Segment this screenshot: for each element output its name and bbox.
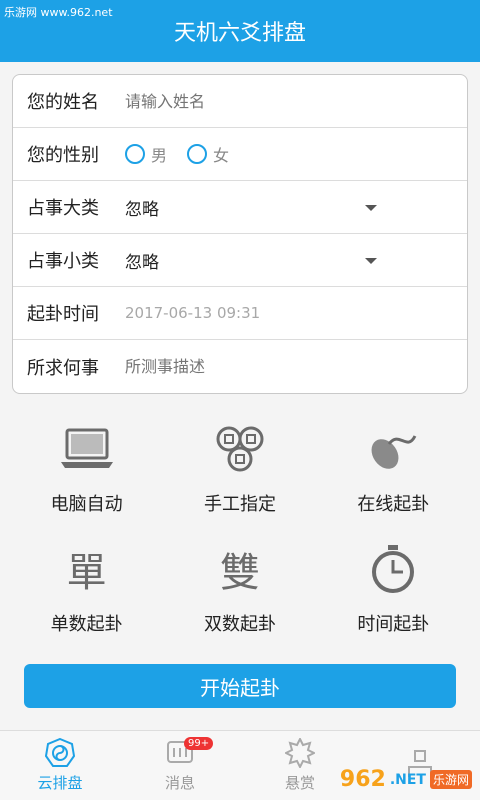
method-label: 在线起卦 [357,494,430,515]
gender-label: 您的性别 [27,145,99,166]
major-category-label: 占事大类 [27,198,99,219]
tab-label: 悬赏 [284,774,315,792]
coins-icon [212,424,268,474]
method-double-number[interactable]: 雙 双数起卦 [163,544,316,636]
gender-female-label: 女 [213,146,230,165]
method-label: 手工指定 [203,494,276,515]
method-online[interactable]: 在线起卦 [317,424,470,516]
name-label: 您的姓名 [27,92,99,113]
watermark-cn: 乐游网 [429,770,472,789]
yinyang-icon [44,738,76,768]
method-label: 电脑自动 [50,494,123,515]
watermark-bottom-right: 962 .NET 乐游网 [340,767,472,792]
minor-category-label: 占事小类 [27,251,99,272]
matter-input[interactable] [125,357,425,376]
watermark-top-left: 乐游网 www.962.net [4,6,113,19]
page-title: 天机六爻排盘 [173,21,306,46]
gender-row: 您的性别 男 女 [13,128,467,181]
major-category-row[interactable]: 占事大类 忽略 [13,181,467,234]
name-input[interactable] [125,91,425,111]
dropdown-caret-icon [365,258,377,264]
reward-icon [284,738,316,768]
time-label: 起卦时间 [27,304,99,325]
laptop-icon [59,424,115,474]
minor-category-value: 忽略 [125,252,159,273]
start-divination-button[interactable]: 开始起卦 [24,664,456,708]
method-time[interactable]: 时间起卦 [317,544,470,636]
radio-circle-icon [125,144,145,164]
matter-label: 所求何事 [27,357,99,379]
time-row[interactable]: 起卦时间 2017-06-13 09:31 [13,287,467,340]
minor-category-row[interactable]: 占事小类 忽略 [13,234,467,287]
method-label: 时间起卦 [357,614,430,635]
tab-label: 消息 [164,774,195,792]
method-single-number[interactable]: 單 单数起卦 [10,544,163,636]
dan-char-icon: 單 [66,550,107,596]
divination-form: 您的姓名 您的性别 男 女 占事大类 忽略 占事小类 忽略 起卦时间 2017-… [12,74,468,394]
tab-messages[interactable]: 99+ 消息 [120,731,240,800]
tab-label: 云排盘 [37,774,83,792]
shuang-char-icon: 雙 [219,550,260,596]
method-manual[interactable]: 手工指定 [163,424,316,516]
tab-cloud-chart[interactable]: 云排盘 [0,731,120,800]
radio-circle-icon [187,144,208,164]
gender-male-radio[interactable]: 男 [125,142,167,166]
mouse-icon [365,424,421,474]
stopwatch-icon [365,544,421,594]
method-computer-auto[interactable]: 电脑自动 [10,424,163,516]
dropdown-caret-icon [365,205,377,211]
watermark-number: 962 [339,767,386,792]
message-count-badge: 99+ [184,737,214,750]
method-label: 单数起卦 [50,614,123,635]
watermark-net: .NET [389,771,426,788]
method-grid: 电脑自动 手工指定 在线起卦 單 单数起卦 雙 双数起卦 时间起卦 [0,424,480,636]
method-label: 双数起卦 [203,614,276,635]
name-row: 您的姓名 [13,75,467,128]
time-value: 2017-06-13 09:31 [125,304,261,322]
matter-row: 所求何事 [13,340,467,393]
gender-female-radio[interactable]: 女 [187,142,229,166]
gender-male-label: 男 [151,146,168,165]
major-category-value: 忽略 [125,199,159,220]
